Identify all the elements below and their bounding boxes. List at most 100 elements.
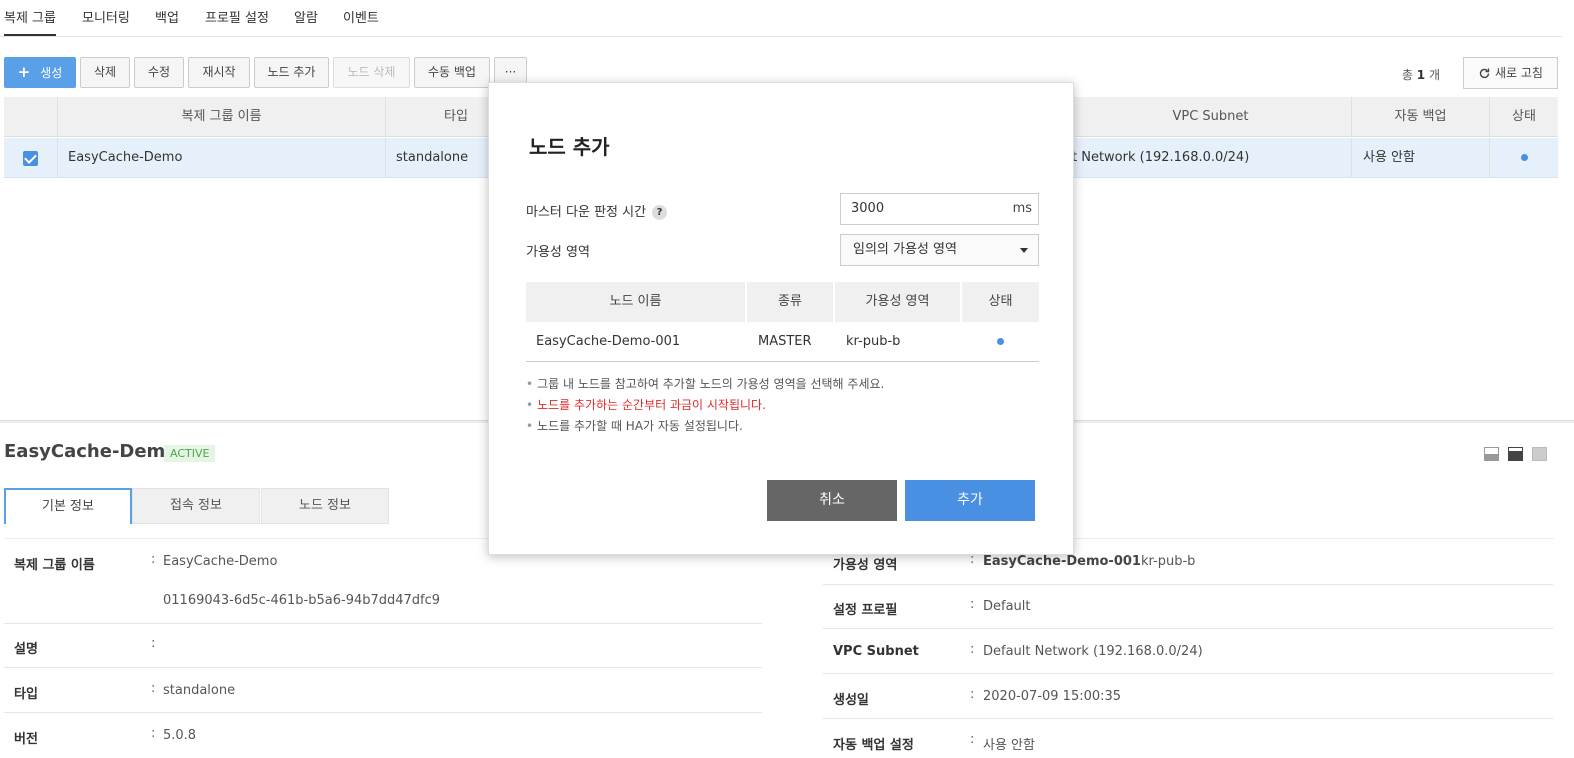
unit-label: ms [1012, 201, 1032, 216]
info-row-name: 복제 그룹 이름 : EasyCache-Demo 01169043-6d5c-… [4, 546, 762, 624]
header-name[interactable]: 복제 그룹 이름 [58, 97, 386, 137]
bullet-icon: • [526, 419, 534, 433]
info-row-version: 버전 : 5.0.8 [4, 714, 762, 758]
info-row-auto-backup: 자동 백업 설정 : 사용 안함 [823, 720, 1553, 758]
info-label: 설명 [14, 642, 38, 657]
info-row-description: 설명 : [4, 624, 762, 668]
info-label: 복제 그룹 이름 [14, 558, 95, 573]
bullet-icon: • [526, 377, 534, 391]
info-value: 사용 안함 [983, 738, 1035, 753]
info-value: EasyCache-Demo [163, 554, 278, 569]
info-row-profile: 설정 프로필 : Default [823, 585, 1553, 629]
layout-toggle [1484, 447, 1556, 465]
status-badge: ACTIVE [164, 445, 216, 462]
row-checkbox[interactable] [23, 151, 38, 166]
top-nav: 복제 그룹 모니터링 백업 프로필 설정 알람 이벤트 [0, 0, 1562, 37]
manual-backup-button[interactable]: 수동 백업 [414, 57, 490, 88]
header-vpc[interactable]: VPC Subnet [1070, 97, 1352, 137]
master-down-input[interactable]: 3000 ms [840, 193, 1039, 225]
delete-button[interactable]: 삭제 [80, 57, 130, 88]
header-select [4, 97, 58, 137]
info-value: Default Network (192.168.0.0/24) [983, 644, 1203, 659]
info-label: 버전 [14, 732, 38, 747]
refresh-button[interactable]: 새로 고침 [1463, 57, 1558, 89]
note-item-warning: • 노드를 추가하는 순간부터 과금이 시작됩니다. [526, 395, 884, 416]
info-label: VPC Subnet [833, 644, 919, 659]
info-row-created: 생성일 : 2020-07-09 15:00:35 [823, 675, 1553, 719]
row-auto-backup: 사용 안함 [1352, 138, 1490, 178]
info-value: 5.0.8 [163, 728, 197, 743]
master-down-label-text: 마스터 다운 판정 시간 [526, 205, 647, 220]
note-text: 노드를 추가하는 순간부터 과금이 시작됩니다. [537, 398, 766, 412]
info-colon: : [970, 732, 975, 747]
caret-down-icon [1020, 248, 1028, 253]
info-colon: : [151, 681, 156, 696]
header-status[interactable]: 상태 [1490, 97, 1558, 137]
info-value: 2020-07-09 15:00:35 [983, 689, 1122, 704]
info-colon: : [151, 552, 156, 567]
info-value-id: 01169043-6d5c-461b-b5a6-94b7dd47dfc9 [163, 593, 441, 608]
restart-button[interactable]: 재시작 [188, 57, 250, 88]
info-label: 자동 백업 설정 [833, 738, 914, 753]
tab-backup[interactable]: 백업 [155, 7, 179, 26]
tab-basic-info[interactable]: 기본 정보 [4, 488, 132, 524]
status-dot-icon [997, 338, 1004, 345]
tab-connection-info[interactable]: 접속 정보 [132, 488, 260, 524]
create-button[interactable]: + 생성 [4, 57, 76, 88]
note-text: 그룹 내 노드를 참고하여 추가할 노드의 가용성 영역을 선택해 주세요. [537, 377, 885, 391]
header-status: 상태 [988, 294, 1013, 309]
tab-profile-settings[interactable]: 프로필 설정 [205, 7, 269, 26]
info-colon: : [970, 687, 975, 702]
node-table-header: 노드 이름 종류 가용성 영역 상태 [526, 282, 1039, 322]
master-down-value: 3000 [851, 201, 885, 216]
az-selected-value: 임의의 가용성 영역 [853, 242, 957, 257]
info-colon: : [970, 597, 975, 612]
row-select-cell [4, 138, 58, 178]
row-vpc: t Network (192.168.0.0/24) [1070, 138, 1352, 178]
note-item: • 그룹 내 노드를 참고하여 추가할 노드의 가용성 영역을 선택해 주세요. [526, 374, 884, 395]
info-colon: : [970, 642, 975, 657]
node-kind-cell: MASTER [758, 334, 812, 349]
tab-alarm[interactable]: 알람 [294, 7, 318, 26]
total-suffix: 개 [1428, 68, 1440, 82]
add-node-button[interactable]: 노드 추가 [254, 57, 329, 88]
az-label: 가용성 영역 [526, 245, 590, 260]
info-value: kr-pub-b [1141, 554, 1196, 569]
info-row-type: 타입 : standalone [4, 669, 762, 713]
header-auto-backup[interactable]: 자동 백업 [1352, 97, 1490, 137]
refresh-label: 새로 고침 [1495, 66, 1543, 80]
header-kind: 종류 [747, 282, 835, 322]
status-dot-icon [1520, 154, 1528, 161]
info-colon: : [151, 726, 156, 741]
help-icon[interactable]: ? [652, 205, 668, 220]
tab-node-info[interactable]: 노드 정보 [261, 488, 389, 524]
delete-node-button[interactable]: 노드 삭제 [333, 57, 410, 88]
edit-button[interactable]: 수정 [134, 57, 184, 88]
table-row: EasyCache-Demo-001 MASTER kr-pub-b [526, 322, 1039, 362]
row-name: EasyCache-Demo [58, 138, 386, 178]
add-node-dialog: 노드 추가 마스터 다운 판정 시간? 3000 ms 가용성 영역 임의의 가… [488, 82, 1074, 555]
info-value: standalone [163, 683, 236, 698]
tab-events[interactable]: 이벤트 [343, 7, 379, 26]
header-az: 가용성 영역 [835, 282, 962, 322]
layout-small-icon[interactable] [1484, 447, 1499, 461]
bullet-icon: • [526, 398, 534, 412]
info-label: 생성일 [833, 693, 869, 708]
layout-medium-icon[interactable] [1508, 447, 1523, 461]
az-select[interactable]: 임의의 가용성 영역 [840, 234, 1039, 266]
detail-title: EasyCache-Demo [4, 441, 178, 462]
confirm-add-button[interactable]: 추가 [905, 480, 1035, 521]
info-label: 타입 [14, 687, 38, 702]
node-status-cell [962, 322, 1039, 362]
note-item: • 노드를 추가할 때 HA가 자동 설정됩니다. [526, 416, 884, 437]
info-label: 설정 프로필 [833, 603, 898, 618]
create-label: 생성 [40, 66, 63, 80]
layout-large-icon[interactable] [1532, 447, 1547, 461]
info-value-node: EasyCache-Demo-001 [983, 554, 1141, 569]
cancel-button[interactable]: 취소 [767, 480, 897, 521]
master-down-label: 마스터 다운 판정 시간? [526, 201, 668, 220]
tab-monitoring[interactable]: 모니터링 [82, 7, 130, 26]
row-status [1490, 138, 1558, 178]
tab-replication-group[interactable]: 복제 그룹 [4, 7, 56, 36]
total-count: 총 1 개 [1402, 66, 1440, 83]
